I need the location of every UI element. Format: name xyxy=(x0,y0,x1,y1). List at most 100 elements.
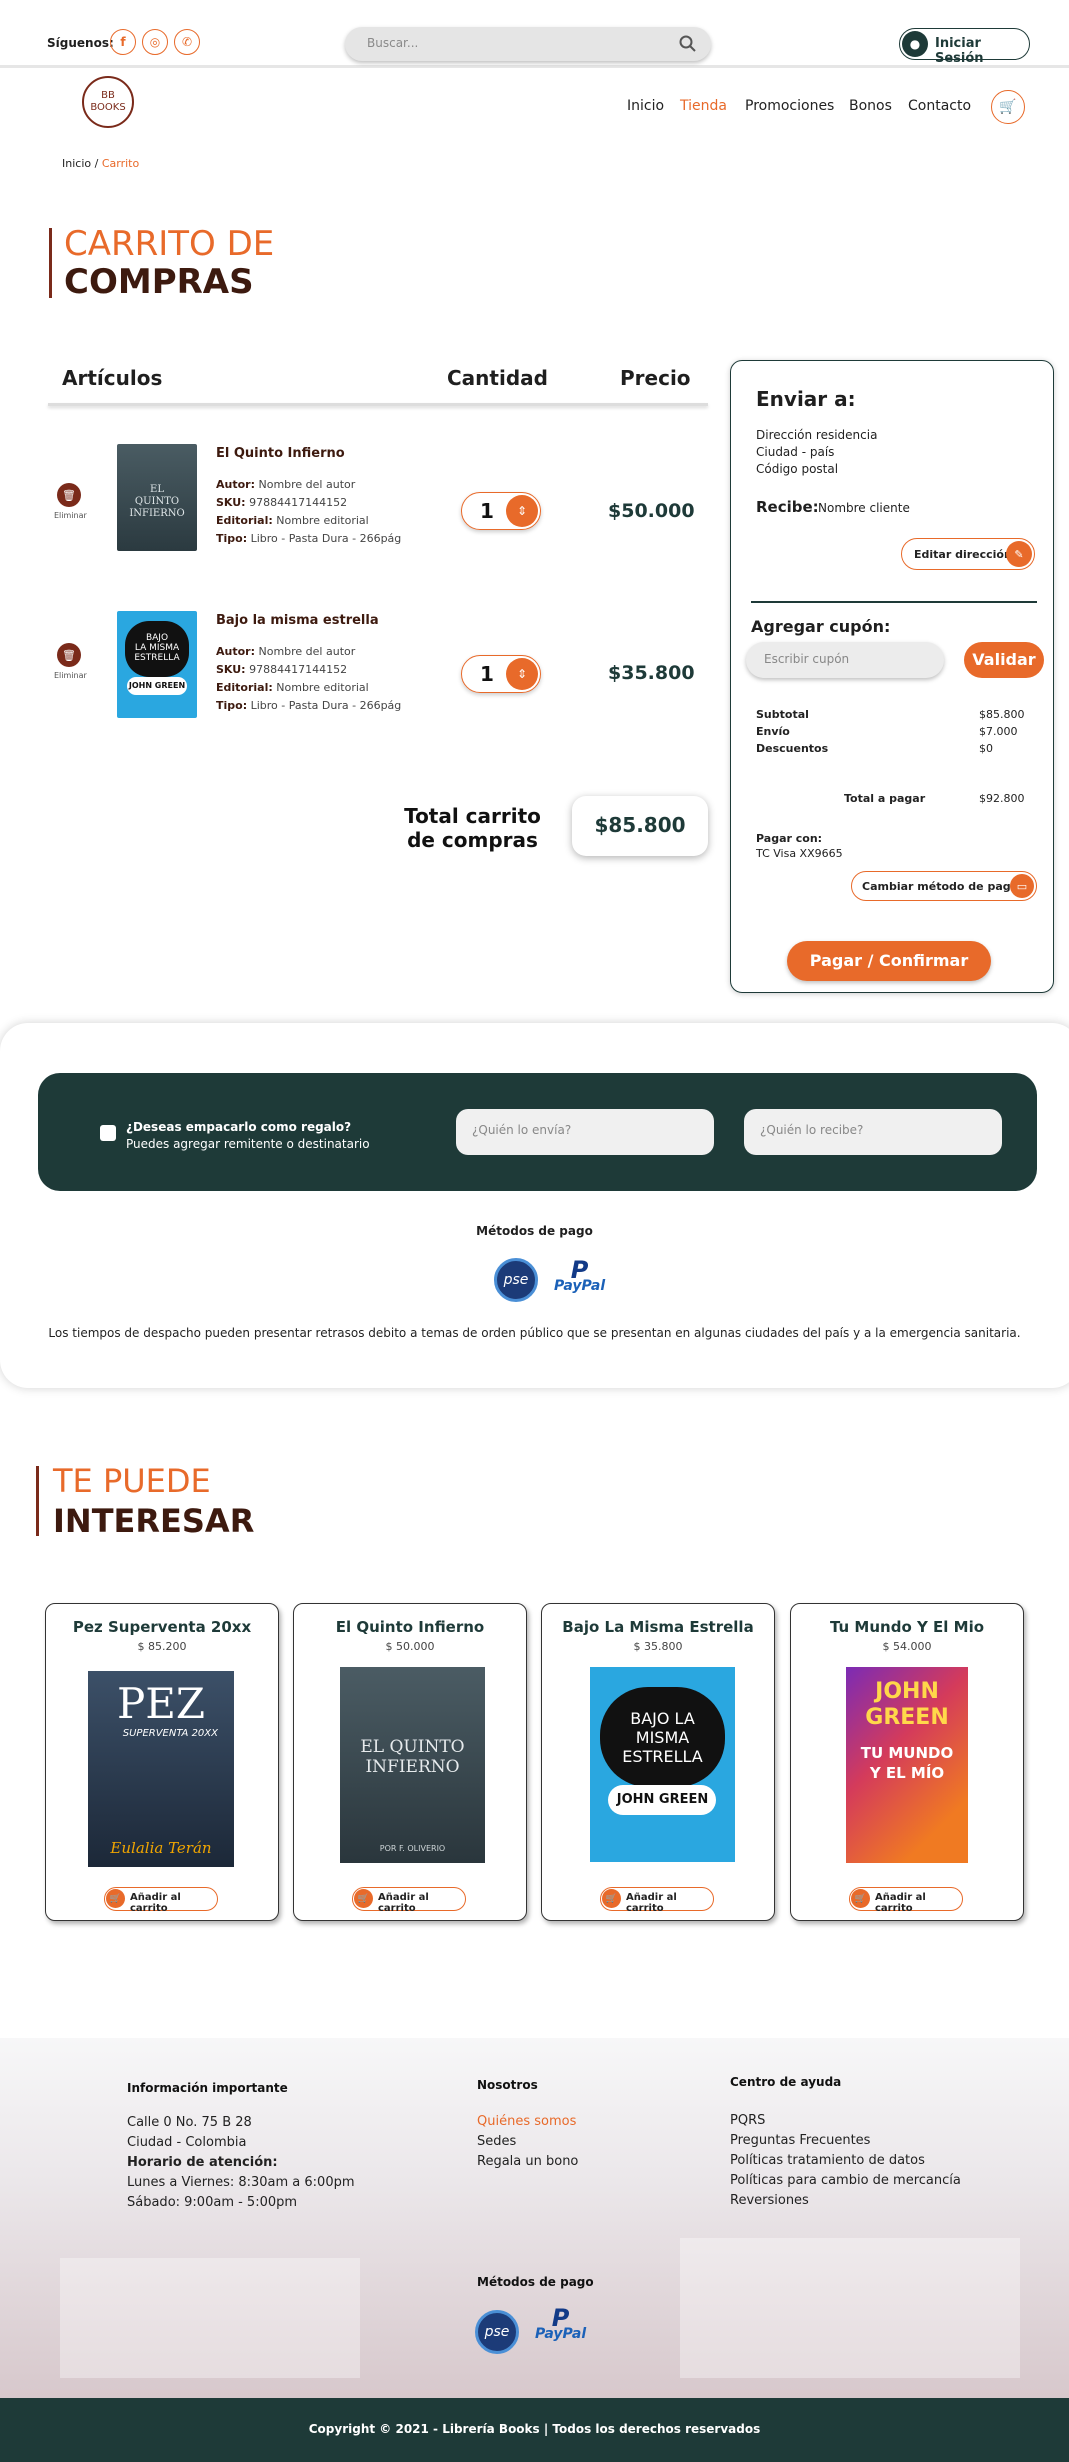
product-card[interactable]: Tu Mundo Y El Mio $ 54.000 JOHN GREEN TU… xyxy=(790,1603,1024,1921)
nav-item-bonos[interactable]: Bonos xyxy=(849,98,892,114)
validate-button[interactable]: Validar xyxy=(964,642,1044,678)
nav-item-tienda[interactable]: Tienda xyxy=(680,98,727,114)
about-links: Quiénes somos Sedes Regala un bono xyxy=(477,2112,578,2172)
cart-total-value: $85.800 xyxy=(572,796,708,856)
quantity-stepper[interactable]: 1 ⇕ xyxy=(461,492,541,530)
remove-label[interactable]: Eliminar xyxy=(54,671,87,680)
paypal-icon: P xyxy=(570,1256,589,1284)
trash-icon[interactable]: 🗑 xyxy=(57,643,81,667)
cover-author: Eulalia Terán xyxy=(110,1839,212,1857)
paypal-logo: P PayPal xyxy=(535,2306,586,2342)
product-title[interactable]: El Quinto Infierno xyxy=(294,1618,526,1636)
nav-item-inicio[interactable]: Inicio xyxy=(627,98,664,114)
cover-subtitle: TU MUNDO Y EL MÍO xyxy=(860,1744,954,1782)
item-price: $50.000 xyxy=(608,500,695,522)
logo[interactable]: BB BOOKS xyxy=(82,76,134,128)
sender-input[interactable]: ¿Quién lo envía? xyxy=(456,1109,714,1155)
product-card[interactable]: Pez Superventa 20xx $ 85.200 PEZ SUPERVE… xyxy=(45,1603,279,1921)
sku-label: SKU: xyxy=(216,496,246,509)
product-title[interactable]: Bajo La Misma Estrella xyxy=(542,1618,774,1636)
total-pay-value: $92.800 xyxy=(979,792,1025,805)
search-placeholder: Buscar... xyxy=(367,36,419,50)
credit-card-icon: ▭ xyxy=(1010,874,1034,898)
shipping-label: Envío xyxy=(756,725,790,738)
breadcrumb-home[interactable]: Inicio xyxy=(62,157,91,170)
discount-value: $0 xyxy=(979,742,993,755)
hours-value: Sábado: 9:00am - 5:00pm xyxy=(127,2195,298,2210)
search-input[interactable]: Buscar... xyxy=(345,27,711,61)
remove-label[interactable]: Eliminar xyxy=(54,511,87,520)
cart-total-label: Total carrito de compras xyxy=(400,804,545,852)
cart-icon: 🛒 xyxy=(106,1889,125,1908)
add-to-cart-button[interactable]: 🛒 Añadir al carrito xyxy=(104,1887,218,1914)
author-value: Nombre del autor xyxy=(258,645,356,658)
product-title[interactable]: Pez Superventa 20xx xyxy=(46,1618,278,1636)
gift-checkbox[interactable] xyxy=(100,1125,116,1141)
item-title[interactable]: El Quinto Infierno xyxy=(216,446,345,461)
interest-title-line2: INTERESAR xyxy=(53,1502,255,1540)
copyright-bar: Copyright © 2021 - Librería Books | Todo… xyxy=(0,2398,1069,2462)
footer-link-pqrs[interactable]: PQRS xyxy=(730,2111,961,2131)
user-icon: ● xyxy=(902,31,928,57)
product-cover[interactable]: EL QUINTO INFIERNO POR F. OLIVERIO xyxy=(340,1667,485,1863)
item-details: Autor: Nombre del autor SKU: 97884417144… xyxy=(216,476,401,548)
facebook-icon[interactable]: f xyxy=(110,29,136,55)
quantity-value: 1 xyxy=(480,662,494,686)
ship-to-title: Enviar a: xyxy=(756,387,856,411)
follow-label: Síguenos: xyxy=(47,36,114,50)
nav-item-promociones[interactable]: Promociones xyxy=(745,98,834,114)
item-title[interactable]: Bajo la misma estrella xyxy=(216,613,379,628)
add-to-cart-label: Añadir al carrito xyxy=(378,1892,429,1914)
footer-link-sedes[interactable]: Sedes xyxy=(477,2132,578,2152)
nav-item-contacto[interactable]: Contacto xyxy=(908,98,971,114)
footer-link-reversals[interactable]: Reversiones xyxy=(730,2191,961,2211)
footer: Información importante Calle 0 No. 75 B … xyxy=(0,2038,1069,2398)
stepper-arrows-icon[interactable]: ⇕ xyxy=(506,495,538,527)
footer-link-exchange-policy[interactable]: Políticas para cambio de mercancía xyxy=(730,2171,961,2191)
search-icon[interactable] xyxy=(679,35,697,53)
gift-question: ¿Deseas empacarlo como regalo? xyxy=(126,1120,352,1134)
coupon-input[interactable]: Escribir cupón xyxy=(746,642,944,678)
payment-methods-title: Métodos de pago xyxy=(476,1224,593,1238)
product-card[interactable]: El Quinto Infierno $ 50.000 EL QUINTO IN… xyxy=(293,1603,527,1921)
subtotal-label: Subtotal xyxy=(756,708,809,721)
add-to-cart-button[interactable]: 🛒 Añadir al carrito xyxy=(352,1887,466,1914)
breadcrumb-current: Carrito xyxy=(101,157,140,170)
cart-icon[interactable]: 🛒 xyxy=(991,90,1025,124)
change-payment-label: Cambiar método de pago xyxy=(862,880,1019,893)
confirm-payment-button[interactable]: Pagar / Confirmar xyxy=(787,941,991,981)
edit-address-label: Editar dirección xyxy=(914,548,1012,561)
product-cover[interactable]: BAJO LA MISMA ESTRELLA JOHN GREEN xyxy=(590,1667,735,1862)
add-to-cart-button[interactable]: 🛒 Añadir al carrito xyxy=(849,1887,963,1914)
sku-value: 97884417144152 xyxy=(249,663,348,676)
publisher-label: Editorial: xyxy=(216,514,273,527)
subtotal-value: $85.800 xyxy=(979,708,1025,721)
product-cover[interactable]: PEZ SUPERVENTA 20XX Eulalia Terán xyxy=(88,1671,234,1867)
product-title[interactable]: Tu Mundo Y El Mio xyxy=(791,1618,1023,1636)
product-card[interactable]: Bajo La Misma Estrella $ 35.800 BAJO LA … xyxy=(541,1603,775,1921)
change-payment-button[interactable]: Cambiar método de pago ▭ xyxy=(851,871,1037,901)
pay-with-value: TC Visa XX9665 xyxy=(756,847,843,860)
top-bar: Síguenos: f ◎ ✆ Buscar... ● Iniciar Sesi… xyxy=(0,0,1069,68)
footer-link-regala-bono[interactable]: Regala un bono xyxy=(477,2152,578,2172)
instagram-icon[interactable]: ◎ xyxy=(142,29,168,55)
type-label: Tipo: xyxy=(216,532,248,545)
about-title: Nosotros xyxy=(477,2078,538,2092)
title-bar xyxy=(36,1466,39,1536)
pencil-icon: ✎ xyxy=(1006,541,1032,567)
footer-link-data-policy[interactable]: Políticas tratamiento de datos xyxy=(730,2151,961,2171)
quantity-stepper[interactable]: 1 ⇕ xyxy=(461,655,541,693)
whatsapp-icon[interactable]: ✆ xyxy=(174,29,200,55)
trash-icon[interactable]: 🗑 xyxy=(57,483,81,507)
edit-address-button[interactable]: Editar dirección ✎ xyxy=(901,538,1035,570)
stepper-arrows-icon[interactable]: ⇕ xyxy=(506,658,538,690)
footer-link-faq[interactable]: Preguntas Frecuentes xyxy=(730,2131,961,2151)
login-button[interactable]: ● Iniciar Sesión xyxy=(899,28,1030,66)
breadcrumb-separator: / xyxy=(94,157,99,170)
product-price: $ 54.000 xyxy=(882,1640,932,1653)
product-cover[interactable]: JOHN GREEN TU MUNDO Y EL MÍO xyxy=(846,1667,968,1863)
recipient-input[interactable]: ¿Quién lo recibe? xyxy=(744,1109,1002,1155)
paypal-logo: P PayPal xyxy=(554,1256,605,1294)
footer-link-quienes-somos[interactable]: Quiénes somos xyxy=(477,2112,578,2132)
add-to-cart-button[interactable]: 🛒 Añadir al carrito xyxy=(600,1887,714,1914)
